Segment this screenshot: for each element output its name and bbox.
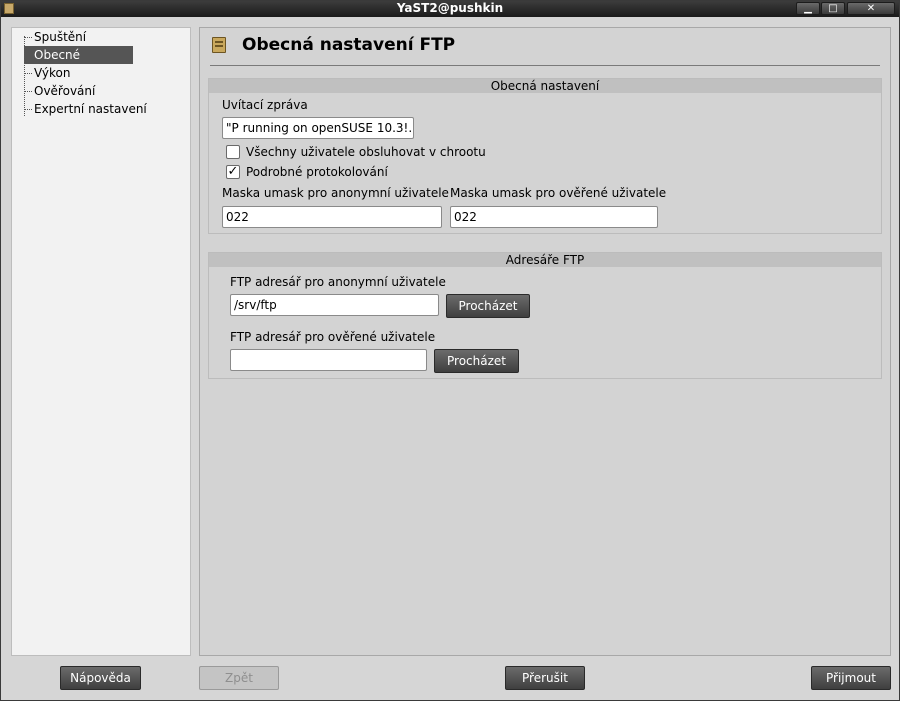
anonymous-dir-label: FTP adresář pro anonymní uživatele bbox=[230, 275, 446, 289]
welcome-message-input[interactable]: "P running on openSUSE 10.3!." bbox=[222, 117, 414, 139]
browse-authenticated-dir-button[interactable]: Procházet bbox=[434, 349, 519, 373]
authenticated-dir-label: FTP adresář pro ověřené uživatele bbox=[230, 330, 436, 344]
main-panel: Obecná nastavení FTP Obecná nastavení Uv… bbox=[199, 27, 891, 656]
page-title: Obecná nastavení FTP bbox=[242, 35, 456, 55]
verbose-logging-checkbox[interactable]: ✓ bbox=[226, 165, 240, 179]
group-title: Obecná nastavení bbox=[209, 79, 881, 93]
abort-button[interactable]: Přerušit bbox=[505, 666, 585, 690]
help-button[interactable]: Nápověda bbox=[60, 666, 141, 690]
umask-anonymous-input[interactable]: 022 bbox=[222, 206, 442, 228]
ftp-directories-group: Adresáře FTP FTP adresář pro anonymní už… bbox=[208, 252, 882, 379]
umask-authenticated-input[interactable]: 022 bbox=[450, 206, 658, 228]
yast-window: YaST2@pushkin ▁ □ ✕ Spuštění Obecné Výko… bbox=[0, 0, 900, 701]
umask-anonymous-label: Maska umask pro anonymní uživatele bbox=[222, 186, 449, 200]
authenticated-dir-input[interactable] bbox=[230, 349, 427, 371]
close-button[interactable]: ✕ bbox=[847, 2, 895, 15]
navigation-tree: Spuštění Obecné Výkon Ověřování Expertní… bbox=[11, 27, 191, 656]
minimize-button[interactable]: ▁ bbox=[796, 2, 820, 15]
umask-authenticated-label: Maska umask pro ověřené uživatele bbox=[450, 186, 667, 200]
verbose-logging-label: Podrobné protokolování bbox=[246, 165, 388, 179]
welcome-message-label: Uvítací zpráva bbox=[222, 98, 308, 112]
maximize-button[interactable]: □ bbox=[821, 2, 845, 15]
title-divider bbox=[210, 65, 880, 66]
sidebar-item-expert-settings[interactable]: Expertní nastavení bbox=[24, 100, 147, 118]
sidebar-item-startup[interactable]: Spuštění bbox=[24, 28, 86, 46]
accept-button[interactable]: Přijmout bbox=[811, 666, 891, 690]
sidebar-item-authentication[interactable]: Ověřování bbox=[24, 82, 95, 100]
sidebar-item-performance[interactable]: Výkon bbox=[24, 64, 70, 82]
general-settings-group: Obecná nastavení Uvítací zpráva "P runni… bbox=[208, 78, 882, 234]
back-button[interactable]: Zpět bbox=[199, 666, 279, 690]
ftp-server-icon bbox=[212, 37, 226, 53]
chroot-label: Všechny uživatele obsluhovat v chrootu bbox=[246, 145, 486, 159]
chroot-checkbox[interactable] bbox=[226, 145, 240, 159]
group-title: Adresáře FTP bbox=[209, 253, 881, 267]
anonymous-dir-input[interactable]: /srv/ftp bbox=[230, 294, 439, 316]
window-title: YaST2@pushkin bbox=[396, 1, 504, 15]
browse-anonymous-dir-button[interactable]: Procházet bbox=[446, 294, 530, 318]
title-bar[interactable]: YaST2@pushkin ▁ □ ✕ bbox=[1, 1, 899, 17]
sidebar-item-general[interactable]: Obecné bbox=[24, 46, 133, 64]
